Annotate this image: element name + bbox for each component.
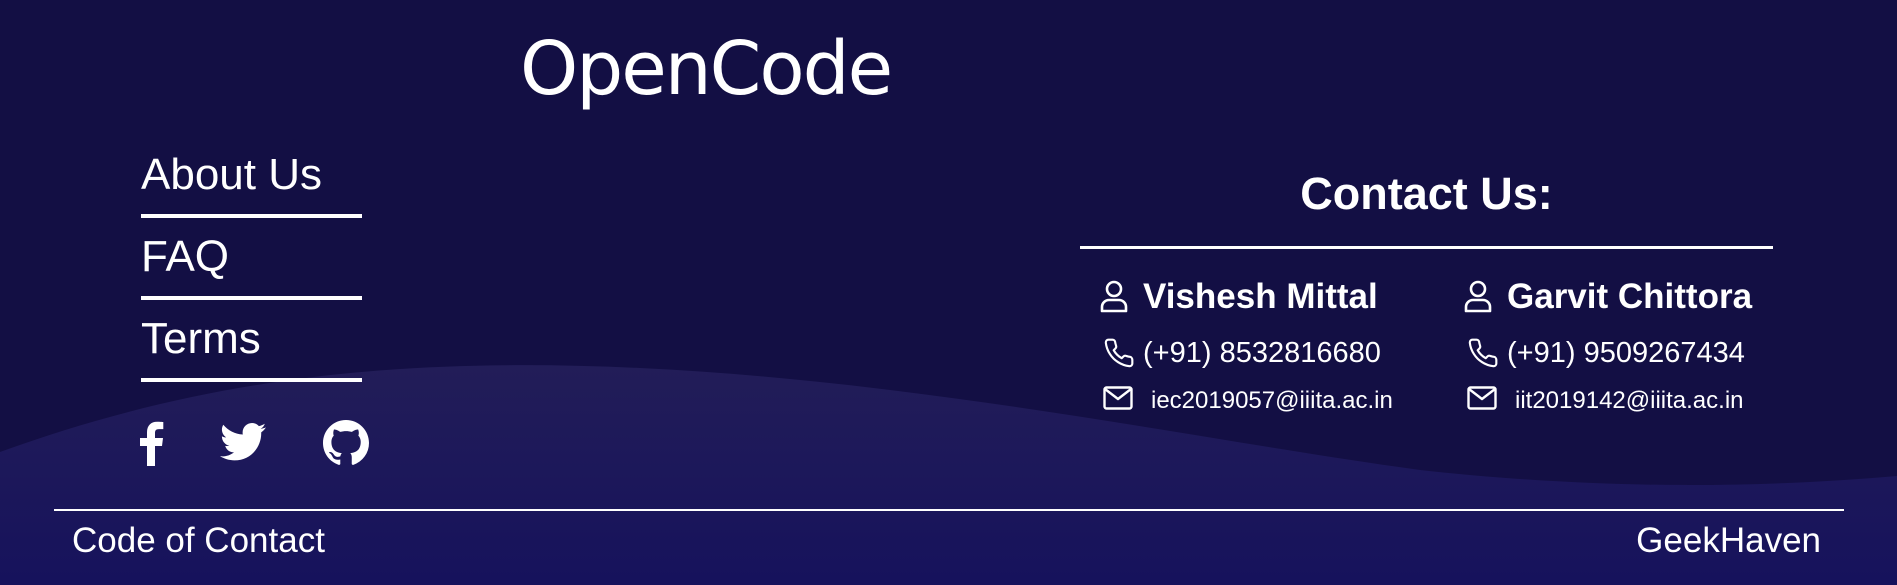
contact-divider	[1080, 246, 1773, 249]
contact-email[interactable]: iit2019142@iiita.ac.in	[1515, 387, 1744, 415]
contact-name: Garvit Chittora	[1507, 277, 1753, 316]
twitter-icon[interactable]	[220, 422, 266, 467]
contact-name: Vishesh Mittal	[1143, 277, 1378, 316]
user-icon	[1099, 279, 1129, 318]
terms-link[interactable]: Terms	[141, 310, 362, 382]
contact-phone[interactable]: (+91) 8532816680	[1143, 337, 1381, 370]
mail-icon	[1103, 386, 1133, 415]
contact-title: Contact Us:	[1300, 168, 1553, 219]
user-icon	[1463, 279, 1493, 318]
mail-icon	[1467, 386, 1497, 415]
phone-icon	[1103, 337, 1135, 374]
phone-icon	[1467, 337, 1499, 374]
contact-phone[interactable]: (+91) 9509267434	[1507, 337, 1745, 370]
code-of-contact-link[interactable]: Code of Contact	[72, 521, 325, 561]
opencode-logo: OpenCode	[520, 26, 893, 112]
footer-divider	[54, 509, 1844, 511]
facebook-icon[interactable]	[137, 420, 165, 471]
geekhaven-link[interactable]: GeekHaven	[1636, 521, 1821, 561]
faq-link[interactable]: FAQ	[141, 228, 362, 300]
github-icon[interactable]	[323, 420, 369, 471]
footer-nav: About Us FAQ Terms	[141, 146, 362, 392]
contact-email[interactable]: iec2019057@iiita.ac.in	[1151, 387, 1393, 415]
about-us-link[interactable]: About Us	[141, 146, 362, 218]
